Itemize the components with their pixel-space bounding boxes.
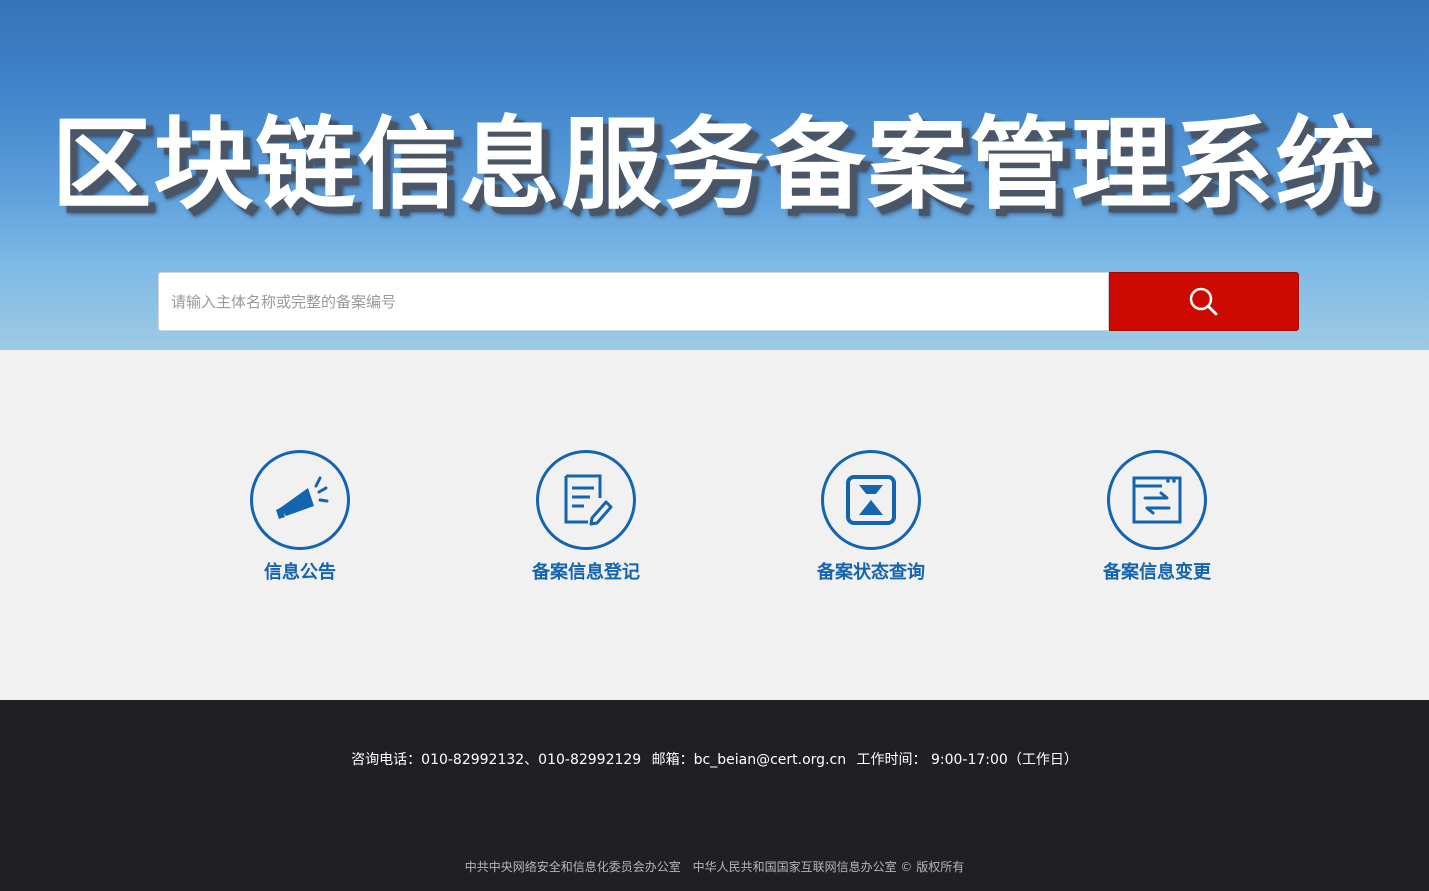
feature-status-query[interactable]: 备案状态查询 xyxy=(781,450,961,584)
feature-menu: 信息公告 备案信息登记 备案状态查询 备案信息变更 xyxy=(0,350,1429,700)
feature-label: 备案状态查询 xyxy=(817,562,925,583)
feature-label: 备案信息登记 xyxy=(532,562,640,583)
copyright-org-state: 中华人民共和国国家互联网信息办公室 © 版权所有 xyxy=(692,860,965,874)
search-input[interactable] xyxy=(158,272,1109,331)
contact-phone: 咨询电话：010-82992132、010-82992129 xyxy=(351,752,642,768)
exchange-icon xyxy=(1132,476,1182,524)
hourglass-icon xyxy=(846,475,896,525)
feature-registration[interactable]: 备案信息登记 xyxy=(496,450,676,584)
megaphone-icon xyxy=(276,476,329,519)
search-icon xyxy=(1189,287,1218,315)
search-button[interactable] xyxy=(1109,272,1299,331)
contact-email: 邮箱：bc_beian@cert.org.cn xyxy=(651,752,847,768)
form-edit-icon xyxy=(564,474,613,526)
site-title: 区块链信息服务备案管理系统 xyxy=(51,106,1378,223)
feature-circle xyxy=(250,450,350,550)
copyright: 中共中央网络安全和信息化委员会办公室 中华人民共和国国家互联网信息办公室 © 版… xyxy=(0,858,1429,876)
feature-label: 信息公告 xyxy=(264,562,336,583)
feature-info-change[interactable]: 备案信息变更 xyxy=(1067,450,1247,584)
copyright-org-cac: 中共中央网络安全和信息化委员会办公室 xyxy=(464,860,681,874)
feature-circle xyxy=(821,450,921,550)
footer: 咨询电话：010-82992132、010-82992129 邮箱：bc_bei… xyxy=(0,700,1429,891)
feature-label: 备案信息变更 xyxy=(1103,562,1211,583)
contact-info: 咨询电话：010-82992132、010-82992129 邮箱：bc_bei… xyxy=(0,750,1429,770)
hero-banner: 区块链信息服务备案管理系统 xyxy=(0,0,1429,350)
feature-announcement[interactable]: 信息公告 xyxy=(210,450,390,584)
contact-hours: 工作时间： 9:00-17:00（工作日） xyxy=(856,752,1078,768)
feature-circle xyxy=(536,450,636,550)
feature-circle xyxy=(1107,450,1207,550)
